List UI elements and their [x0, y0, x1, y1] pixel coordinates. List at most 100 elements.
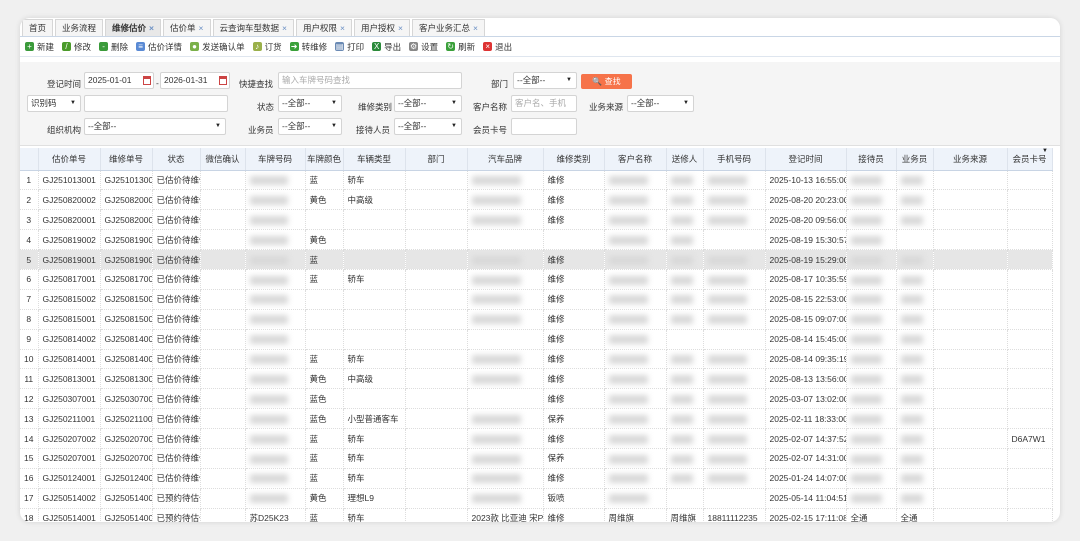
id-code-input[interactable] — [84, 95, 228, 112]
cell-7: 中高级 — [343, 189, 406, 211]
search-button[interactable]: 🔍 查找 — [581, 74, 632, 89]
column-header[interactable] — [20, 148, 39, 171]
repair-type-select[interactable]: --全部-- — [394, 95, 462, 112]
cell-8 — [405, 329, 468, 350]
column-header[interactable]: 车牌颜色 — [305, 148, 344, 171]
toolbar-button-7[interactable]: ▤ 打印 — [335, 41, 364, 53]
toolbar-button-5[interactable]: ♪ 订货 — [252, 41, 282, 53]
toolbar-button-1[interactable]: / 修改 — [62, 41, 91, 53]
column-header[interactable]: 汽车品牌 — [467, 148, 544, 171]
table-row[interactable]: 1GJ251013001GJ251013001已估价待维修蓝轿车维修2025-1… — [20, 170, 1053, 191]
salesman-select[interactable]: --全部-- — [278, 118, 342, 135]
tab-5[interactable]: 用户权限 × — [295, 19, 352, 36]
table-row[interactable]: 4GJ250819002GJ250819002已估价待维修黄色2025-08-1… — [20, 229, 1053, 251]
calendar-icon[interactable] — [219, 76, 227, 85]
column-header[interactable]: 送修人 — [666, 148, 704, 171]
cell-1: GJ250814001 — [38, 349, 101, 370]
cell-1: GJ250207001 — [38, 448, 101, 469]
cell-11 — [604, 229, 667, 251]
toolbar-button-8[interactable]: X 导出 — [372, 41, 401, 53]
close-icon[interactable]: × — [199, 23, 204, 33]
tab-1[interactable]: 业务流程 — [55, 19, 104, 36]
org-select[interactable]: --全部-- — [84, 118, 226, 135]
toolbar-button-2[interactable]: - 删除 — [99, 41, 128, 53]
member-card-input[interactable] — [511, 118, 577, 135]
table-row[interactable]: 8GJ250815001GJ250815001已估价待维修维修2025-08-1… — [20, 309, 1053, 330]
column-header[interactable]: 业务员 — [896, 148, 934, 171]
calendar-icon[interactable] — [143, 76, 151, 85]
id-type-select[interactable]: 识别码 — [27, 95, 81, 112]
close-icon[interactable]: × — [340, 23, 345, 33]
table-row[interactable]: 11GJ250813001GJ250813001已估价待维修黄色中高级维修202… — [20, 368, 1053, 390]
close-icon[interactable]: × — [149, 23, 154, 33]
table-row[interactable]: 13GJ250211001GJ250211001已估价待维修蓝色小型普通客车保养… — [20, 408, 1053, 430]
table-row[interactable]: 10GJ250814001GJ250814001已估价待维修蓝轿车维修2025-… — [20, 349, 1053, 370]
close-icon[interactable]: × — [282, 23, 287, 33]
table-row[interactable]: 6GJ250817001GJ250817001已估价待维修蓝轿车维修2025-0… — [20, 269, 1053, 290]
toolbar-button-3[interactable]: ≡ 估价详情 — [136, 41, 182, 53]
column-header[interactable]: 业务来源 — [933, 148, 1008, 171]
toolbar-button-4[interactable]: ● 发送确认单 — [190, 41, 245, 53]
toolbar-button-6[interactable]: ➜ 转维修 — [289, 41, 327, 53]
redacted-value — [249, 394, 288, 404]
tab-0[interactable]: 首页 — [22, 19, 54, 36]
tab-3[interactable]: 估价单 × — [163, 19, 211, 36]
cell-7 — [343, 249, 406, 270]
source-select[interactable]: --全部-- — [627, 95, 694, 112]
table-row[interactable]: 7GJ250815002GJ250815002已估价待维修维修2025-08-1… — [20, 289, 1053, 310]
date-from-input[interactable]: 2025-01-01 — [84, 72, 154, 89]
table-row[interactable]: 14GJ250207002GJ250207002已估价待维修蓝轿车维修2025-… — [20, 428, 1053, 449]
cell-5 — [245, 229, 306, 251]
column-header[interactable]: 估价单号 — [38, 148, 101, 171]
cell-13 — [703, 289, 766, 310]
close-icon[interactable]: × — [473, 23, 478, 33]
toolbar-button-10[interactable]: ↻ 刷新 — [446, 41, 475, 53]
column-header[interactable]: 车牌号码 — [245, 148, 306, 171]
tab-6[interactable]: 用户授权 × — [353, 19, 410, 36]
cell-3: 已估价待维修 — [152, 468, 201, 489]
column-header[interactable]: 微信确认 — [200, 148, 246, 171]
table-row[interactable]: 15GJ250207001GJ250207001已估价待维修蓝轿车保养2025-… — [20, 448, 1053, 469]
column-header[interactable]: 部门 — [405, 148, 468, 171]
cell-18 — [1007, 229, 1053, 251]
redacted-value — [670, 394, 693, 404]
table-row[interactable]: 16GJ250124001GJ250124001已估价待维修蓝轿车维修2025-… — [20, 468, 1053, 489]
cell-6 — [305, 329, 344, 350]
table-row[interactable]: 9GJ250814002GJ250814002已估价待维修维修2025-08-1… — [20, 329, 1053, 350]
tab-2[interactable]: 维修估价 × — [105, 19, 162, 36]
tab-4[interactable]: 云查询车型数据 × — [212, 19, 294, 36]
table-row[interactable]: 12GJ250307001GJ250307001已估价待维修蓝色维修2025-0… — [20, 388, 1053, 410]
redacted-value — [249, 315, 288, 325]
column-header[interactable]: 登记时间 — [765, 148, 847, 171]
column-header[interactable]: 客户名称 — [604, 148, 667, 171]
cell-18 — [1007, 329, 1053, 350]
table-row[interactable]: 3GJ250820001GJ250820001已估价待维修维修2025-08-2… — [20, 209, 1053, 231]
toolbar-button-9[interactable]: ⚙ 设置 — [409, 41, 438, 53]
toolbar-button-0[interactable]: + 新建 — [25, 41, 54, 53]
customer-input[interactable]: 客户名、手机 — [511, 95, 577, 112]
column-header[interactable]: 状态 — [152, 148, 201, 171]
cell-5 — [245, 189, 306, 211]
column-header[interactable]: 维修类别 — [543, 148, 605, 171]
toolbar-button-11[interactable]: × 退出 — [483, 41, 512, 53]
toolbar-button-label: 设置 — [421, 41, 439, 52]
dept-select[interactable]: --全部-- — [513, 72, 577, 89]
column-header[interactable]: 手机号码 — [703, 148, 766, 171]
cell-2: GJ250819002 — [100, 229, 153, 251]
cell-13 — [703, 170, 766, 191]
status-select[interactable]: --全部-- — [278, 95, 342, 112]
quick-search-input[interactable]: 输入车牌号码查找 — [278, 72, 462, 89]
date-to-input[interactable]: 2026-01-31 — [160, 72, 230, 89]
table-row[interactable]: 5GJ250819001GJ250819001已估价待维修蓝维修2025-08-… — [20, 249, 1053, 270]
cell-7 — [343, 329, 406, 350]
tab-7[interactable]: 客户业务汇总 × — [411, 19, 485, 36]
table-row[interactable]: 18GJ250514001GJ250514001已预约待估价苏D25K23蓝轿车… — [20, 508, 1053, 522]
table-row[interactable]: 17GJ250514002GJ250514002已预约待估价黄色理想L9钣喷20… — [20, 488, 1053, 509]
column-header[interactable]: 车辆类型 — [343, 148, 406, 171]
close-icon[interactable]: × — [398, 23, 403, 33]
column-header[interactable]: 接待员 — [846, 148, 897, 171]
receptionist-select[interactable]: --全部-- — [394, 118, 462, 135]
column-header[interactable]: 维修单号 — [100, 148, 153, 171]
redacted-value — [670, 315, 693, 325]
table-row[interactable]: 2GJ250820002GJ250820002已估价待维修黄色中高级维修2025… — [20, 189, 1053, 211]
